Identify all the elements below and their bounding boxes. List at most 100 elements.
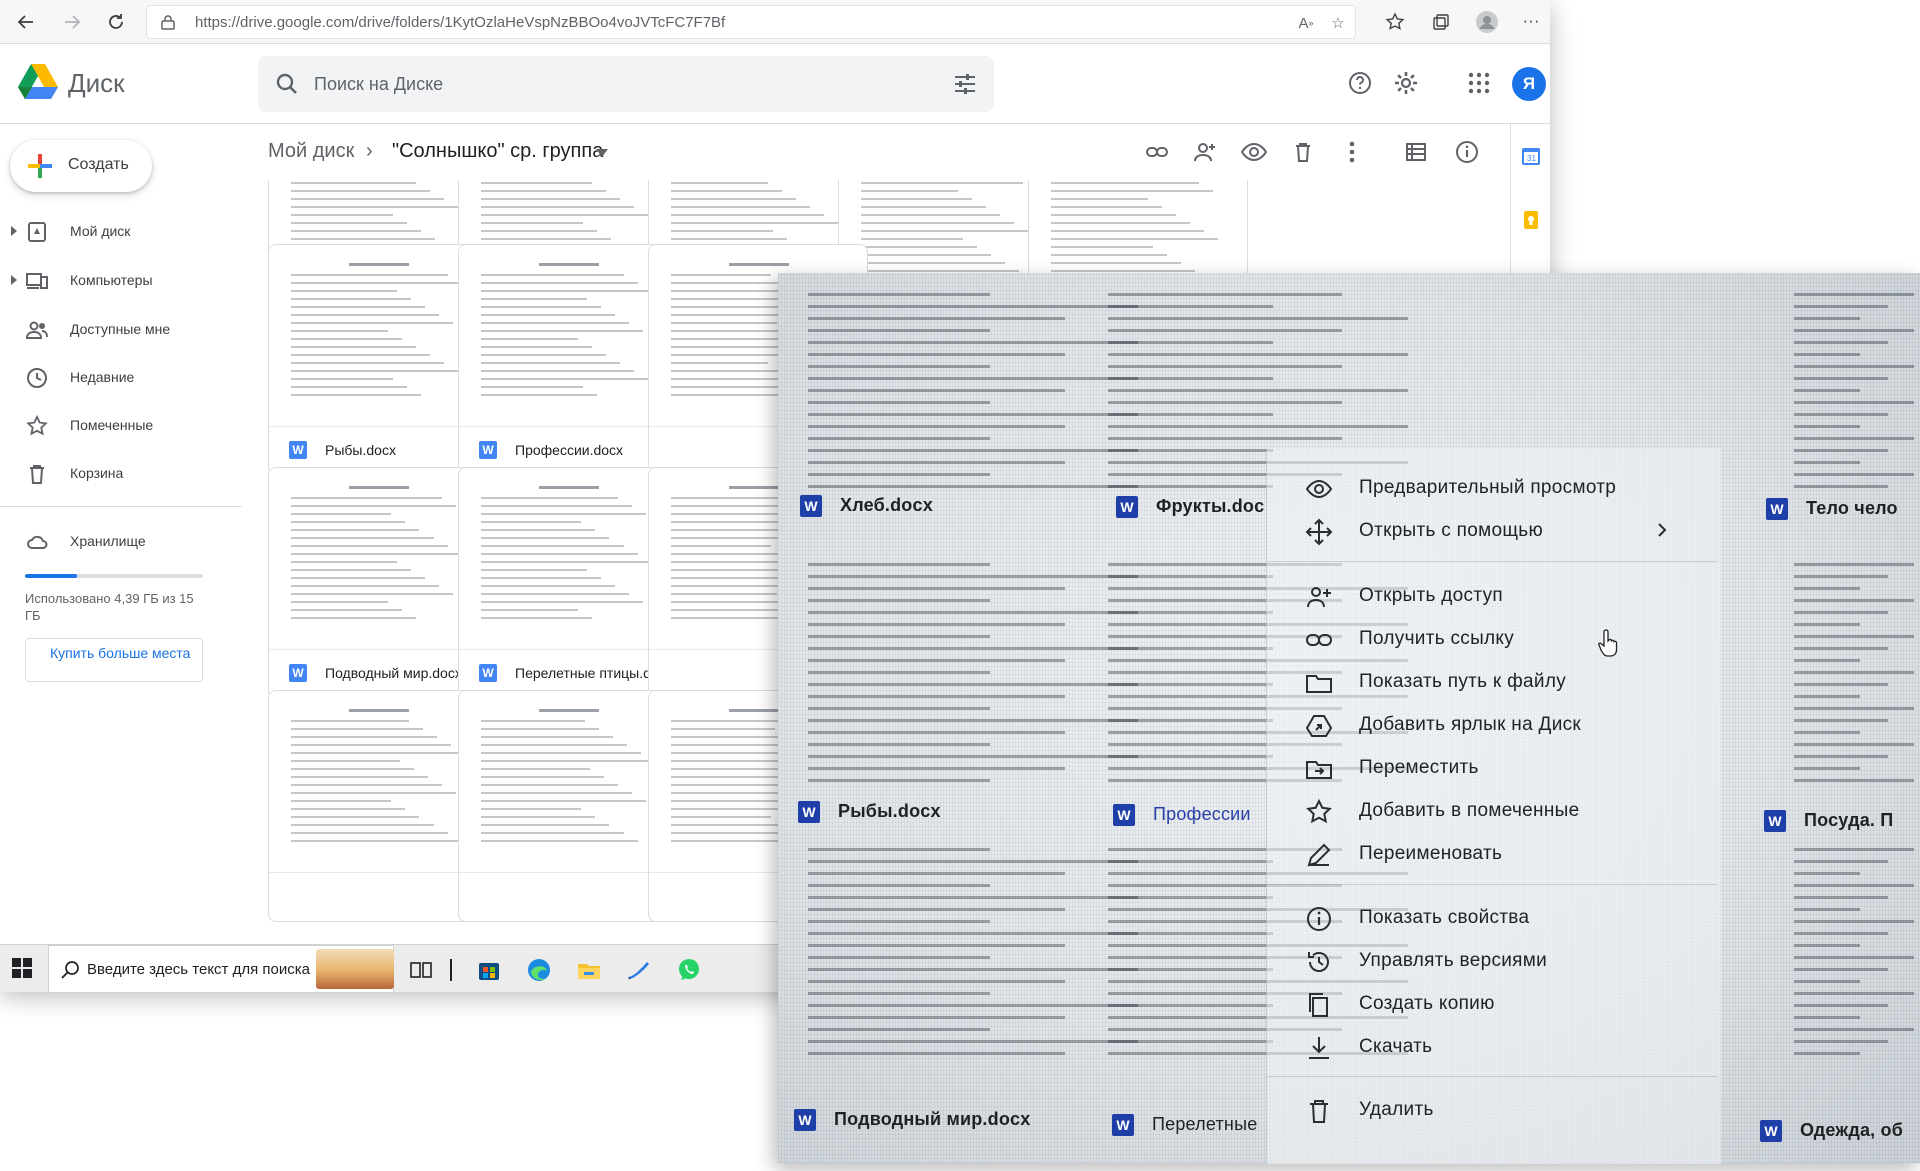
search-box[interactable] [258, 56, 994, 112]
search-icon [61, 961, 79, 979]
photo-text-line [1108, 896, 1273, 899]
folder-dropdown-caret-icon[interactable] [596, 149, 608, 157]
pen-app-icon[interactable] [626, 957, 652, 983]
forward-button[interactable] [56, 6, 88, 38]
context-menu-item[interactable]: Скачать [1267, 1027, 1717, 1067]
more-menu-icon[interactable]: ··· [1518, 8, 1544, 34]
photo-file-name: Фрукты.doc [1156, 496, 1265, 516]
photo-file-name: Хлеб.docx [840, 495, 933, 515]
share-button[interactable] [1191, 138, 1219, 166]
breadcrumb-my-drive[interactable]: Мой диск [268, 140, 354, 163]
settings-icon[interactable] [1391, 68, 1421, 98]
thumbnail-text-line [481, 768, 591, 770]
product-name[interactable]: Диск [68, 68, 125, 99]
favorites-icon[interactable] [1382, 9, 1408, 35]
delete-button[interactable] [1289, 138, 1317, 166]
file-explorer-icon[interactable] [576, 957, 602, 983]
search-options-icon[interactable] [952, 71, 978, 97]
calendar-icon[interactable]: 31 [1521, 146, 1541, 166]
context-menu-item[interactable]: Переместить [1267, 748, 1717, 788]
thumbnail-text-line [291, 808, 406, 810]
sidebar-item-my-drive[interactable]: Мой диск [0, 212, 244, 252]
create-button[interactable]: Создать [10, 140, 152, 192]
file-card[interactable]: W Профессии.docx [458, 244, 678, 476]
file-card[interactable]: W Перелетные птицы.d... [458, 467, 678, 699]
thumbnail-text-line [481, 505, 633, 507]
details-button[interactable] [1453, 138, 1481, 166]
colorful-plus-icon [28, 154, 52, 178]
context-menu-item[interactable]: Открыть доступ [1267, 576, 1717, 616]
task-view-icon[interactable] [408, 957, 434, 983]
photo-text-line [808, 635, 990, 638]
context-menu-item[interactable]: Переименовать [1267, 834, 1717, 874]
expand-caret-icon[interactable] [10, 274, 18, 286]
photo-text-line [1794, 932, 1888, 935]
thumbnail-text-line [291, 720, 409, 722]
back-button[interactable] [10, 6, 42, 38]
thumbnail-text-line [291, 330, 388, 332]
windows-start-icon[interactable] [12, 958, 32, 978]
search-highlight-image[interactable] [316, 949, 394, 989]
expand-caret-icon[interactable] [10, 225, 18, 237]
context-menu-item[interactable]: Удалить [1267, 1090, 1717, 1130]
read-aloud-icon[interactable]: A» [1295, 12, 1317, 34]
more-actions-button[interactable] [1338, 138, 1366, 166]
context-menu-item[interactable]: Показать свойства [1267, 898, 1717, 938]
photo-text-line [808, 719, 1138, 722]
sidebar-item-trash[interactable]: Корзина [0, 454, 244, 494]
search-input[interactable] [314, 70, 894, 98]
collections-icon[interactable] [1428, 9, 1454, 35]
context-menu-item[interactable]: Управлять версиями [1267, 941, 1717, 981]
google-drive-logo-icon[interactable] [18, 64, 58, 100]
apps-icon[interactable] [1464, 68, 1494, 98]
folder-icon [1306, 675, 1332, 693]
thumbnail-text-line [291, 214, 394, 216]
sidebar-item-shared[interactable]: Доступные мне [0, 310, 244, 350]
address-bar[interactable]: https://drive.google.com/drive/folders/1… [146, 5, 1356, 39]
sidebar-item-starred[interactable]: Помеченные [0, 406, 244, 446]
context-menu-item[interactable]: Добавить в помеченные [1267, 791, 1717, 831]
sidebar-item-storage[interactable]: Хранилище [0, 522, 244, 562]
favorite-add-icon[interactable]: ☆ [1327, 12, 1349, 34]
thumbnail-text-line [481, 238, 612, 240]
keep-icon[interactable] [1521, 210, 1541, 230]
account-avatar[interactable]: Я [1512, 67, 1546, 101]
context-menu-item[interactable]: Добавить ярлык на Диск [1267, 705, 1717, 745]
search-icon[interactable] [274, 71, 300, 97]
thumbnail-text-line [671, 198, 796, 200]
photo-text-line [808, 647, 1138, 650]
context-menu-item[interactable]: Создать копию [1267, 984, 1717, 1024]
file-card[interactable] [458, 690, 678, 922]
help-icon[interactable] [1345, 68, 1375, 98]
buy-storage-button[interactable]: Купить больше места [25, 638, 203, 682]
photo-text-line [1794, 437, 1914, 440]
sidebar-item-recent[interactable]: Недавние [0, 358, 244, 398]
photo-document-blur [1794, 563, 1914, 793]
thumbnail-text-line [1051, 262, 1182, 264]
file-card[interactable]: W Подводный мир.docx [268, 467, 488, 699]
thumbnail-text-line [291, 290, 397, 292]
store-icon[interactable] [476, 957, 502, 983]
profile-icon[interactable] [1474, 9, 1500, 35]
url-text[interactable]: https://drive.google.com/drive/folders/1… [195, 14, 725, 31]
breadcrumb-current-folder[interactable]: "Солнышко" ср. группа [392, 140, 603, 163]
photo-text-line [808, 944, 1066, 947]
context-menu-item[interactable]: Открыть с помощью [1267, 511, 1717, 551]
context-menu-item[interactable]: Получить ссылку [1267, 619, 1717, 659]
file-card[interactable]: W Рыбы.docx [268, 244, 488, 476]
list-view-button[interactable] [1402, 138, 1430, 166]
file-thumbnail [459, 245, 677, 427]
sidebar-item-label: Недавние [70, 369, 135, 385]
whatsapp-icon[interactable] [676, 957, 702, 983]
drive-header: Диск Я [0, 44, 1550, 124]
thumbnail-text-line [481, 585, 615, 587]
edge-browser-icon[interactable] [526, 957, 552, 983]
reload-button[interactable] [100, 6, 132, 38]
preview-button[interactable] [1240, 138, 1268, 166]
get-link-button[interactable] [1143, 138, 1171, 166]
file-card[interactable] [268, 690, 488, 922]
context-menu-item[interactable]: Показать путь к файлу [1267, 662, 1717, 702]
context-menu-item[interactable]: Предварительный просмотр [1267, 468, 1717, 508]
sidebar-item-computers[interactable]: Компьютеры [0, 261, 244, 301]
thumbnail-text-line [291, 513, 392, 515]
